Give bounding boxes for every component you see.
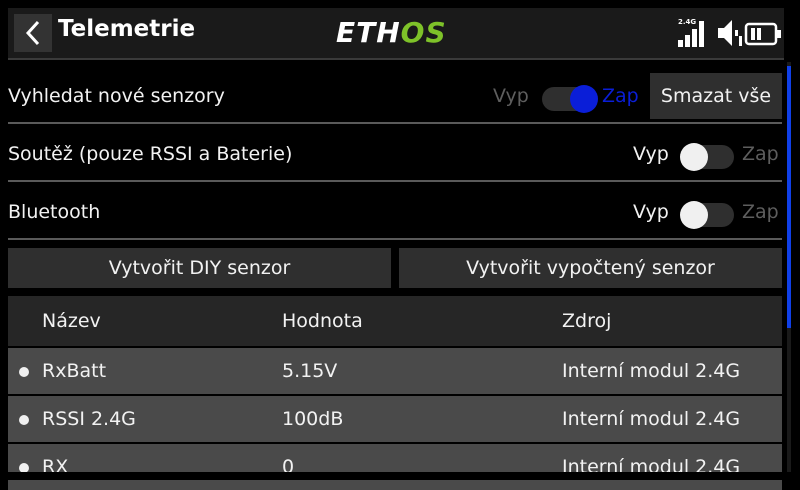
create-diy-sensor-button[interactable]: Vytvořit DIY senzor: [8, 248, 391, 288]
signal-icon: [678, 21, 704, 47]
screen-bottom-edge: [0, 472, 800, 480]
search-sensors-toggle[interactable]: [542, 85, 598, 113]
contest-toggle[interactable]: [680, 143, 734, 171]
delete-all-button[interactable]: Smazat vše: [650, 73, 782, 119]
create-calculated-sensor-button[interactable]: Vytvořit vypočtený senzor: [399, 248, 782, 288]
bluetooth-toggle-off-label: Vyp: [633, 201, 669, 223]
table-row[interactable]: RX 0 Interní modul 2.4G: [8, 444, 782, 490]
divider: [8, 180, 782, 182]
contest-toggle-on-label: Zap: [742, 143, 779, 165]
speaker-icon: [718, 20, 742, 46]
header-bar: Telemetrie ETHOS 2.4G: [0, 0, 800, 62]
search-sensors-label: Vyhledat nové senzory: [8, 85, 225, 107]
toggle-knob: [680, 143, 708, 171]
contest-toggle-off-label: Vyp: [633, 143, 669, 165]
column-header-name: Název: [42, 310, 101, 332]
status-icons: 2.4G: [676, 16, 786, 50]
bluetooth-toggle-on-label: Zap: [742, 201, 779, 223]
divider: [8, 238, 782, 240]
sensor-table-header: Název Hodnota Zdroj: [8, 296, 782, 346]
table-row[interactable]: RSSI 2.4G 100dB Interní modul 2.4G: [8, 396, 782, 442]
back-arrow-icon: [25, 20, 40, 46]
sensor-status-dot: [19, 415, 29, 425]
bluetooth-toggle[interactable]: [680, 201, 734, 229]
battery-icon: [744, 22, 781, 46]
search-toggle-off-label: Vyp: [493, 85, 529, 107]
toggle-knob: [570, 85, 598, 113]
sensor-name: RSSI 2.4G: [42, 408, 136, 430]
sensor-source: Interní modul 2.4G: [562, 408, 741, 430]
bluetooth-label: Bluetooth: [8, 201, 101, 223]
toggle-knob: [680, 201, 708, 229]
search-toggle-on-label: Zap: [602, 85, 639, 107]
divider: [8, 122, 782, 124]
page-title: Telemetrie: [58, 16, 196, 42]
table-row[interactable]: RxBatt 5.15V Interní modul 2.4G: [8, 348, 782, 394]
back-button[interactable]: [14, 14, 52, 52]
setting-row-contest: Soutěž (pouze RSSI a Baterie) Vyp Zap: [0, 126, 784, 182]
sensor-value: 100dB: [282, 408, 344, 430]
sensor-value: 5.15V: [282, 360, 338, 382]
sensor-name: RxBatt: [42, 360, 107, 382]
column-header-source: Zdroj: [562, 310, 612, 332]
logo-text-right: OS: [400, 16, 447, 49]
scrollbar-thumb[interactable]: [787, 66, 791, 328]
setting-row-bluetooth: Bluetooth Vyp Zap: [0, 184, 784, 240]
ethos-logo: ETHOS: [336, 16, 447, 49]
sensor-status-dot: [19, 367, 29, 377]
column-header-value: Hodnota: [282, 310, 363, 332]
sensor-source: Interní modul 2.4G: [562, 360, 741, 382]
logo-text-left: ETH: [336, 16, 401, 49]
contest-label: Soutěž (pouze RSSI a Baterie): [8, 143, 293, 165]
setting-row-search-sensors: Vyhledat nové senzory Vyp Zap Smazat vše: [0, 68, 784, 124]
